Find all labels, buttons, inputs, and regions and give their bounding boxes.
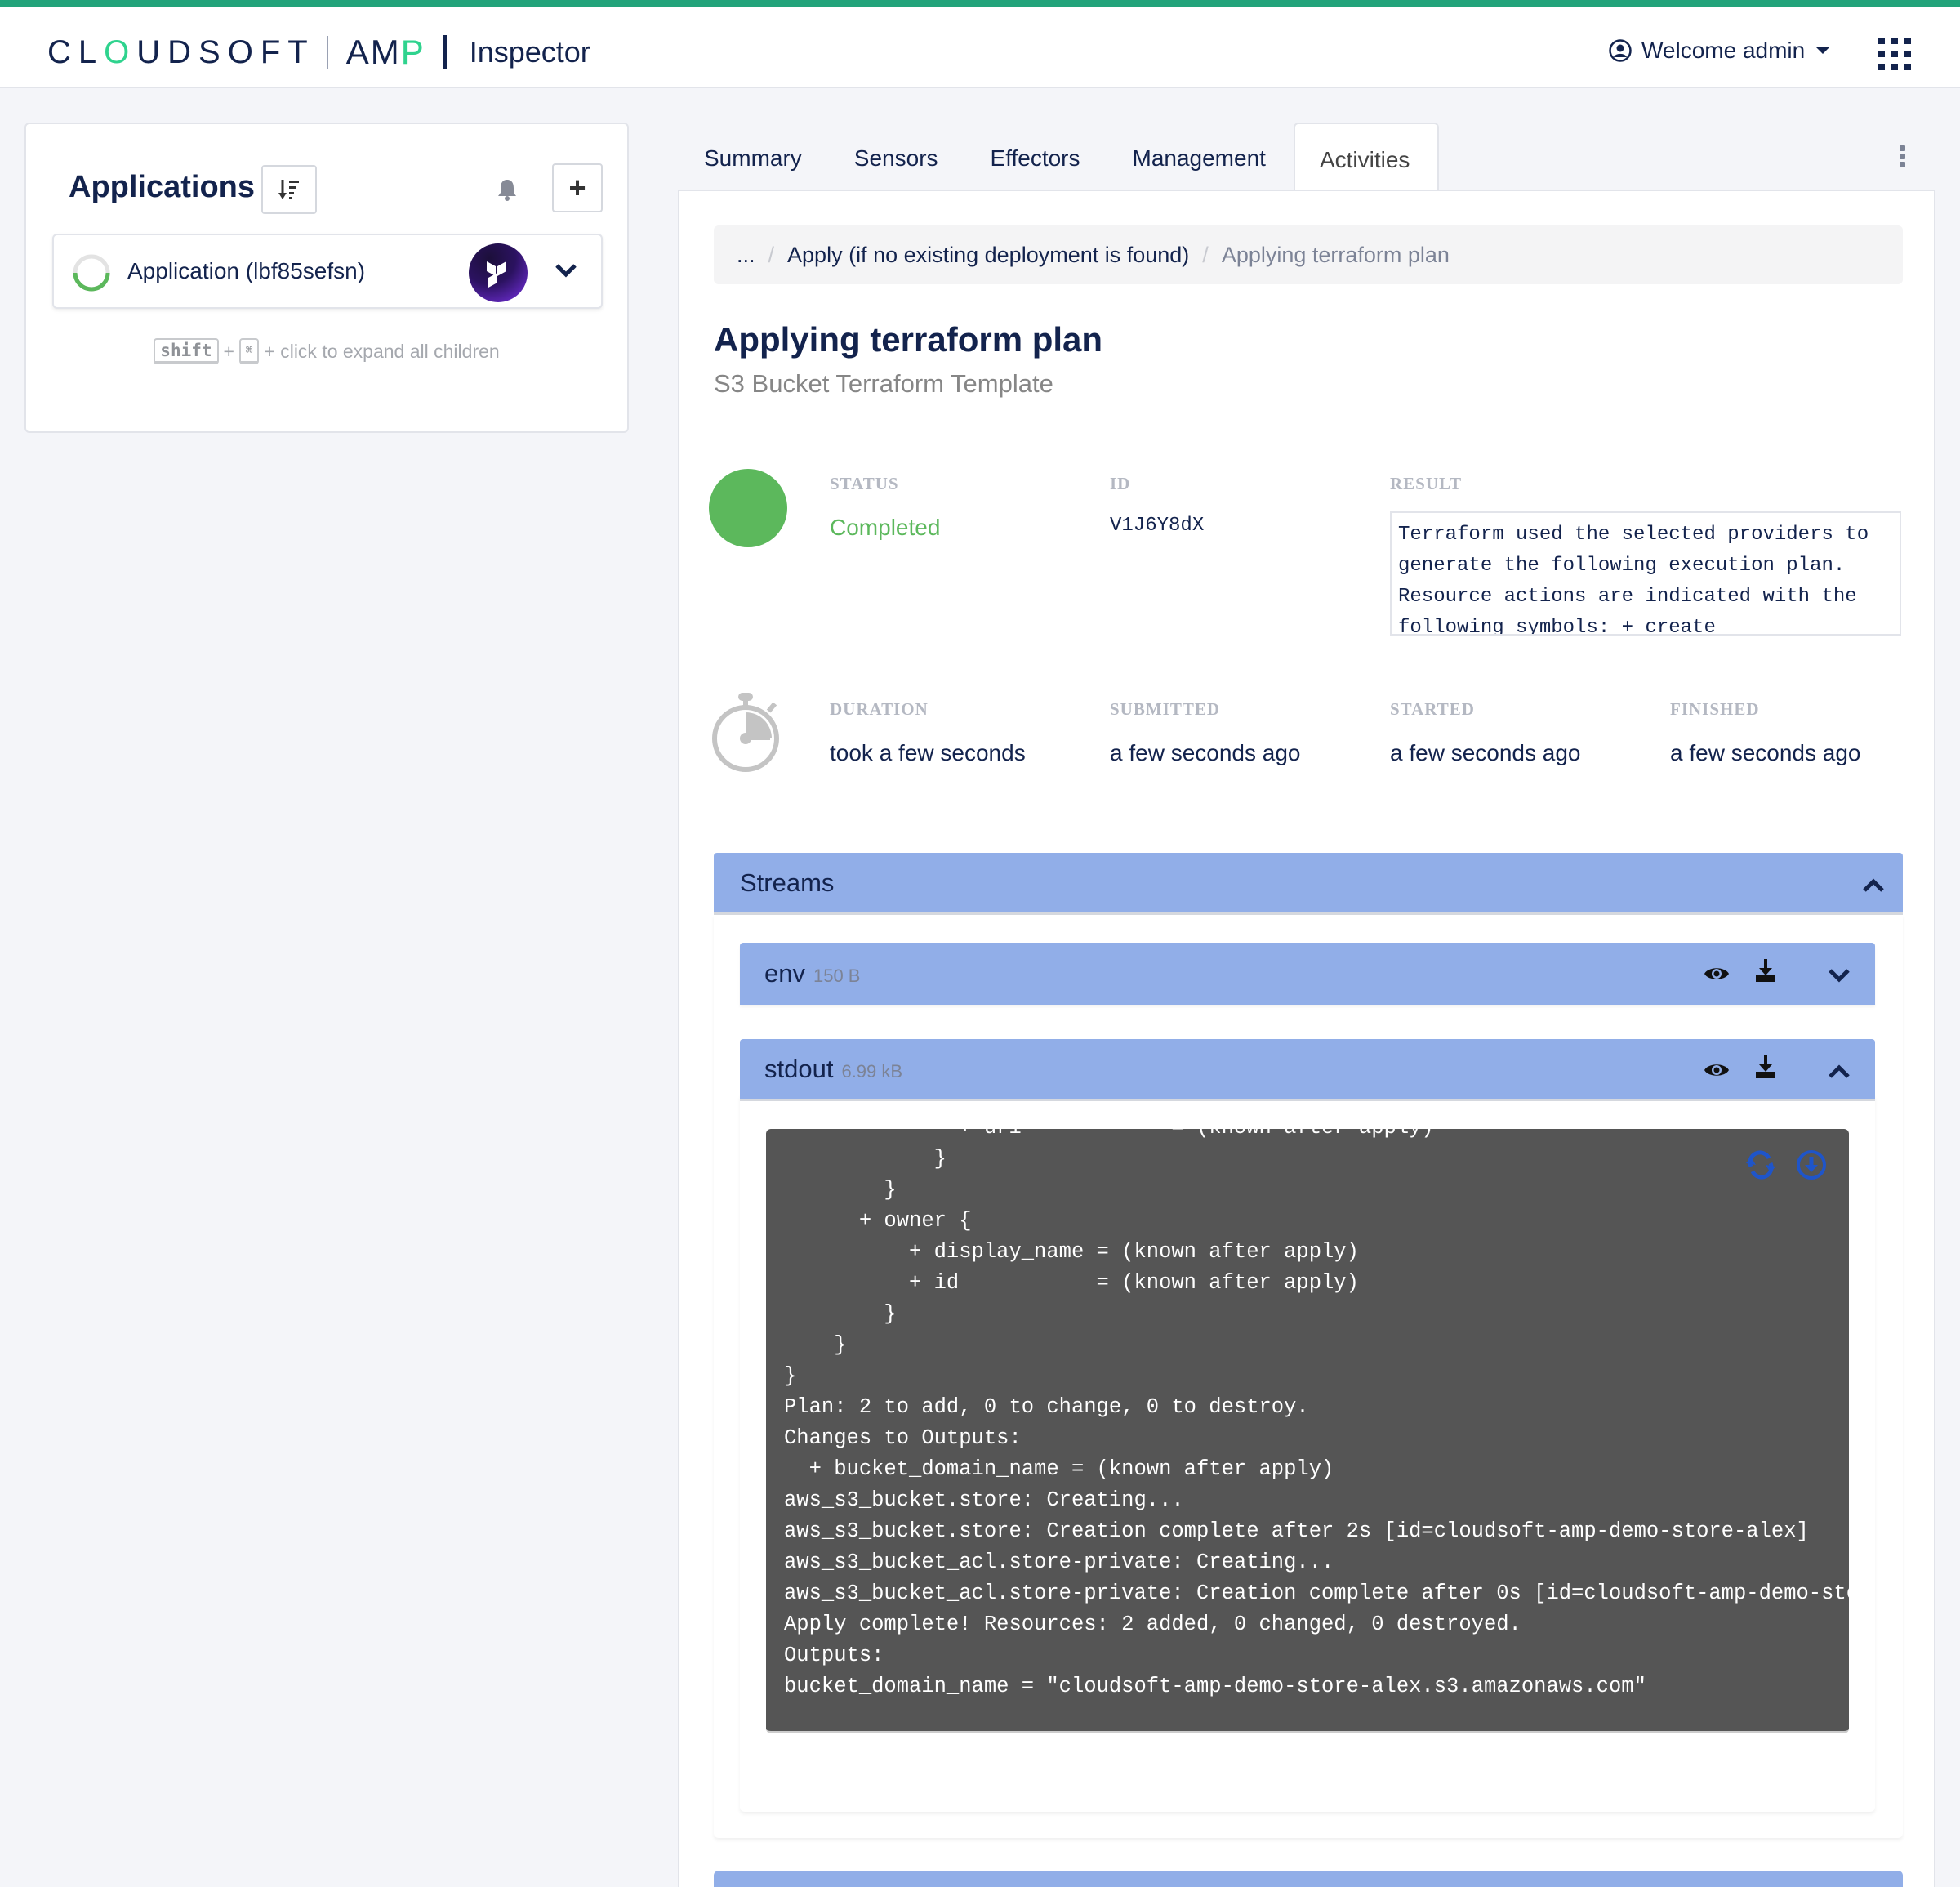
eye-icon[interactable] (1704, 1057, 1730, 1083)
tab-management[interactable]: Management (1108, 123, 1294, 191)
chevron-down-icon[interactable] (554, 258, 578, 283)
stdout-line: } (784, 1178, 897, 1202)
id-value: V1J6Y8dX (1110, 515, 1205, 537)
duration-label: DURATION (830, 699, 929, 719)
terraform-logo-icon (469, 243, 528, 302)
user-circle-icon (1609, 39, 1632, 62)
sort-button[interactable] (261, 165, 317, 214)
section-name: Inspector (469, 35, 590, 69)
status-spinner-icon (73, 254, 110, 292)
breadcrumb: ... / Apply (if no existing deployment i… (714, 225, 1903, 284)
sort-icon (278, 180, 299, 199)
tab-effectors[interactable]: Effectors (966, 123, 1108, 191)
stream-name: stdout (764, 1054, 834, 1083)
stdout-line: aws_s3_bucket.store: Creating... (784, 1488, 1184, 1512)
top-navbar: CLOUDSOFT AMP Inspector Welcome admin (0, 0, 1960, 88)
expand-children-hint: shift + ⌘ + click to expand all children (26, 338, 627, 364)
eye-icon[interactable] (1704, 961, 1730, 987)
stream-name: env (764, 959, 805, 988)
more-options-icon[interactable] (1900, 145, 1906, 167)
stdout-line: Plan: 2 to add, 0 to change, 0 to destro… (784, 1395, 1309, 1419)
download-icon[interactable] (1753, 957, 1779, 984)
stream-env-header[interactable]: env 150 B (740, 943, 1875, 1005)
product-name: AMP (345, 33, 425, 71)
id-label: ID (1110, 474, 1131, 493)
status-value: Completed (830, 515, 941, 540)
user-menu-label: Welcome admin (1642, 38, 1806, 63)
stdout-line: } (784, 1333, 847, 1357)
stdout-line: + display_name = (known after apply) (784, 1240, 1359, 1264)
applications-title: Applications (69, 170, 256, 204)
stdout-lines: + uri = (known after apply) } } + owner … (784, 1129, 1849, 1702)
submitted-label: SUBMITTED (1110, 699, 1221, 719)
user-menu[interactable]: Welcome admin (1609, 38, 1830, 64)
result-value[interactable]: Terraform used the selected providers to… (1390, 511, 1901, 636)
breadcrumb-current: Applying terraform plan (1221, 242, 1450, 267)
scroll-to-bottom-icon[interactable] (1795, 1149, 1828, 1181)
started-value: a few seconds ago (1390, 740, 1581, 765)
bell-icon[interactable] (497, 178, 518, 201)
stdout-line: + owner { (784, 1209, 972, 1233)
breadcrumb-separator: / (768, 242, 775, 267)
streams-section-header[interactable]: Streams (714, 853, 1903, 915)
stdout-line: + uri = (known after apply) (784, 1129, 1849, 1144)
application-list-item[interactable]: Application (lbf85sefsn) (52, 234, 603, 309)
streams-title: Streams (740, 868, 835, 897)
finished-label: FINISHED (1670, 699, 1760, 719)
caret-down-icon (1816, 47, 1830, 54)
brand-name: CLOUDSOFT (47, 33, 315, 70)
stdout-line: + bucket_domain_name = (known after appl… (784, 1457, 1334, 1481)
stdout-line: } (784, 1147, 947, 1171)
tab-sensors[interactable]: Sensors (830, 123, 966, 191)
applications-panel: Applications + Application (lbf85sefsn) (24, 123, 629, 433)
next-section-header[interactable] (714, 1871, 1903, 1887)
stream-stdout-header[interactable]: stdout 6.99 kB (740, 1039, 1875, 1101)
stdout-line: } (784, 1302, 897, 1326)
stdout-terminal[interactable]: + uri = (known after apply) } } + owner … (766, 1129, 1849, 1733)
status-label: STATUS (830, 474, 899, 493)
stdout-line: Outputs: (784, 1644, 884, 1667)
task-subtitle: S3 Bucket Terraform Template (714, 369, 1054, 398)
shift-key: shift (154, 338, 219, 364)
application-name: Application (lbf85sefsn) (127, 258, 366, 283)
submitted-value: a few seconds ago (1110, 740, 1301, 765)
stream-size: 6.99 kB (841, 1060, 903, 1082)
stdout-line: aws_s3_bucket_acl.store-private: Creatio… (784, 1581, 1849, 1605)
logo-divider-bold (443, 35, 447, 69)
task-title: Applying terraform plan (714, 320, 1103, 359)
status-indicator-icon (709, 469, 787, 547)
command-key: ⌘ (238, 338, 260, 364)
tab-activities[interactable]: Activities (1293, 123, 1440, 193)
stdout-line: aws_s3_bucket_acl.store-private: Creatin… (784, 1550, 1334, 1574)
chevron-up-icon[interactable] (1860, 872, 1886, 899)
finished-value: a few seconds ago (1670, 740, 1861, 765)
chevron-down-icon[interactable] (1826, 962, 1852, 988)
stdout-line: } (784, 1364, 797, 1388)
stdout-line: aws_s3_bucket.store: Creation complete a… (784, 1519, 1809, 1543)
duration-value: took a few seconds (830, 740, 1026, 765)
stdout-line: Apply complete! Resources: 2 added, 0 ch… (784, 1613, 1521, 1636)
download-icon[interactable] (1753, 1054, 1779, 1080)
breadcrumb-separator: / (1202, 242, 1209, 267)
stdout-line: + id = (known after apply) (784, 1271, 1359, 1295)
stopwatch-icon (712, 693, 779, 772)
started-label: STARTED (1390, 699, 1475, 719)
tab-summary[interactable]: Summary (679, 123, 830, 191)
logo-divider (326, 36, 328, 69)
breadcrumb-ellipsis[interactable]: ... (737, 243, 755, 268)
chevron-up-icon[interactable] (1826, 1059, 1852, 1085)
result-label: RESULT (1390, 474, 1463, 493)
hint-text: + click to expand all children (264, 340, 500, 362)
refresh-icon[interactable] (1744, 1149, 1777, 1181)
cloudsoft-amp-logo[interactable]: CLOUDSOFT AMP Inspector (47, 28, 590, 77)
breadcrumb-parent[interactable]: Apply (if no existing deployment is foun… (787, 243, 1189, 268)
stdout-line: bucket_domain_name = "cloudsoft-amp-demo… (784, 1675, 1646, 1698)
app-launcher-grid-icon[interactable] (1878, 38, 1911, 70)
activity-detail-panel: ... / Apply (if no existing deployment i… (678, 190, 1936, 1887)
add-application-button[interactable]: + (552, 163, 603, 212)
stream-size: 150 B (813, 966, 861, 986)
hint-plus: + (223, 340, 234, 362)
stdout-line: Changes to Outputs: (784, 1426, 1022, 1450)
entity-tabs: Summary Sensors Effectors Management Act… (679, 123, 1440, 193)
